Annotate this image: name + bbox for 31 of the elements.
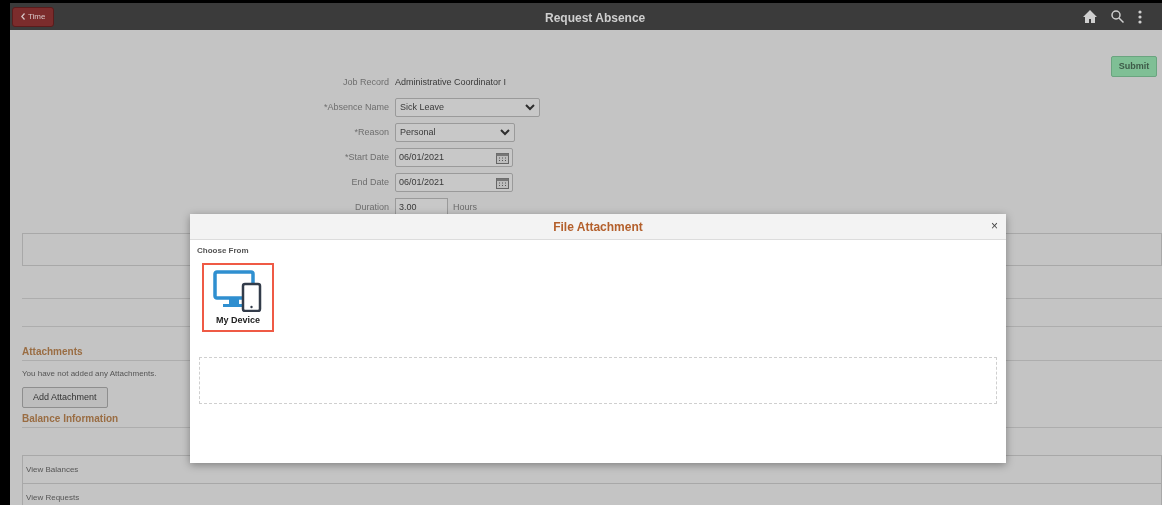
field-label: Duration [353,200,390,214]
calendar-icon[interactable] [496,151,509,164]
my-device-tile[interactable]: My Device [202,263,274,332]
calendar-icon[interactable] [496,176,509,189]
more-icon[interactable] [1138,9,1142,24]
field-label: *Start Date [343,150,390,164]
computer-and-phone-icon [213,269,263,312]
field-label: Job Record [341,75,390,89]
home-icon[interactable] [1083,10,1097,23]
choose-from-label: Choose From [197,245,250,257]
search-icon[interactable] [1111,10,1124,23]
dialog-title: File Attachment [553,218,643,236]
dropdown-field[interactable]: Sick Leave [395,98,540,117]
chevron-down-icon [500,129,510,136]
attachments-message: You have not added any Attachments. [22,368,158,380]
chevron-left-icon [21,13,25,20]
date-field[interactable]: 06/01/2021 [395,148,513,167]
collapsible-row[interactable]: View Requests [22,483,1162,505]
unit-label: Hours [453,200,477,214]
field-label: End Date [350,175,390,189]
close-button[interactable]: × [991,220,998,232]
job-record-value: Administrative Coordinator I [395,75,507,89]
submit-button[interactable]: Submit [1111,56,1157,77]
dropdown-field[interactable]: Personal [395,123,515,142]
field-label: *Reason [353,125,390,139]
back-button[interactable]: Time [12,6,55,27]
add-attachment-button[interactable]: Add Attachment [22,387,108,408]
field-label: *Absence Name [322,100,390,114]
date-field[interactable]: 06/01/2021 [395,173,513,192]
page-title: Request Absence [545,10,646,27]
chevron-down-icon [525,104,535,111]
